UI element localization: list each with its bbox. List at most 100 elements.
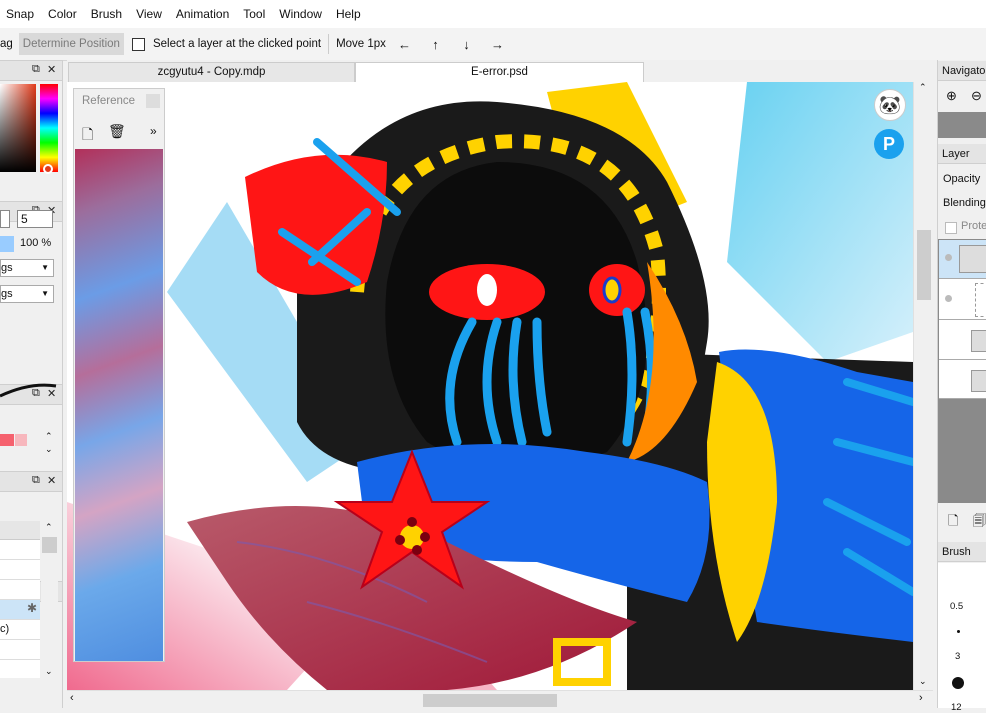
zoom-in-icon[interactable]: ⊕ bbox=[946, 88, 957, 104]
brush-size-label[interactable]: 3 bbox=[955, 651, 960, 662]
trash-icon[interactable]: 🗑 bbox=[108, 123, 126, 140]
brush-size-dot[interactable] bbox=[952, 677, 964, 689]
float-window-icon[interactable]: ⧉ bbox=[32, 63, 40, 76]
drag-mode-button[interactable]: ag bbox=[0, 33, 16, 55]
layer-list-scrollbar[interactable]: ⌃ ⌄ bbox=[41, 521, 58, 678]
list-row[interactable]: c) bbox=[0, 620, 40, 640]
palette-swatch[interactable] bbox=[0, 434, 14, 446]
dropdown-blend[interactable]: gs ▼ bbox=[0, 259, 54, 277]
menu-tool[interactable]: Tool bbox=[236, 0, 272, 28]
select-layer-checkbox[interactable] bbox=[131, 37, 145, 51]
reference-header: Reference bbox=[74, 89, 164, 115]
opacity-value: 100 % bbox=[20, 237, 52, 249]
chevron-down-icon[interactable]: ⌄ bbox=[919, 676, 927, 687]
list-row[interactable] bbox=[0, 521, 40, 540]
reference-toolbar: 🗋 🗑 » bbox=[74, 117, 164, 151]
scroll-thumb[interactable] bbox=[917, 230, 931, 300]
determine-position-button[interactable]: Determine Position bbox=[18, 33, 124, 55]
close-icon[interactable]: ✕ bbox=[47, 63, 56, 76]
chevron-up-icon[interactable]: ⌃ bbox=[919, 82, 927, 93]
chevron-right-icon[interactable]: › bbox=[919, 692, 923, 704]
list-row[interactable] bbox=[0, 640, 40, 660]
new-layer-folder-icon[interactable]: 🗐 bbox=[973, 512, 986, 534]
opacity-label: Opacity bbox=[943, 173, 981, 185]
reference-image[interactable] bbox=[75, 149, 163, 661]
menu-animation[interactable]: Animation bbox=[169, 0, 236, 28]
close-icon[interactable]: ✕ bbox=[47, 474, 56, 487]
layer-row[interactable] bbox=[939, 279, 986, 320]
hue-slider[interactable] bbox=[40, 84, 58, 172]
reference-title: Reference bbox=[82, 95, 136, 107]
protect-alpha-checkbox[interactable] bbox=[945, 222, 957, 234]
list-row[interactable] bbox=[0, 560, 40, 580]
chevron-down-icon: ▼ bbox=[41, 263, 49, 272]
move-left-button[interactable]: ← bbox=[389, 37, 420, 52]
artwork bbox=[67, 82, 913, 690]
visibility-icon[interactable] bbox=[945, 254, 952, 261]
layer-row[interactable] bbox=[939, 360, 986, 399]
list-row[interactable] bbox=[0, 660, 40, 678]
menu-brush[interactable]: Brush bbox=[84, 0, 129, 28]
canvas-horizontal-scrollbar[interactable]: ‹ › bbox=[67, 690, 933, 709]
list-row-selected[interactable]: ✱ bbox=[0, 600, 40, 620]
reference-window: Reference 🗋 🗑 » bbox=[73, 88, 165, 662]
brush-size-dot[interactable] bbox=[957, 630, 960, 633]
gear-icon[interactable]: ✱ bbox=[27, 601, 37, 615]
hue-handle[interactable] bbox=[43, 164, 53, 174]
menu-window[interactable]: Window bbox=[272, 0, 329, 28]
visibility-icon[interactable] bbox=[945, 295, 952, 302]
folder-icon bbox=[971, 330, 986, 352]
layer-header: Layer bbox=[938, 144, 986, 164]
brush-size-palette: 0.5 3 12 bbox=[938, 563, 986, 713]
drawing-canvas[interactable]: Reference 🗋 🗑 » 🐼 P bbox=[67, 82, 913, 690]
brush-size-label[interactable]: 0.5 bbox=[950, 601, 963, 612]
color-panel-header: ⧉ ✕ bbox=[0, 60, 62, 81]
chevron-left-icon[interactable]: ‹ bbox=[70, 692, 74, 704]
move-down-button[interactable]: ↓ bbox=[451, 37, 482, 52]
tool-options-bar: ag Determine Position Select a layer at … bbox=[0, 28, 986, 61]
menu-bar: Snap Color Brush View Animation Tool Win… bbox=[0, 0, 986, 28]
blending-label: Blending bbox=[943, 197, 986, 209]
layer-row[interactable] bbox=[939, 320, 986, 360]
scroll-thumb[interactable] bbox=[423, 694, 557, 707]
list-row[interactable] bbox=[0, 540, 40, 560]
navigator-preview[interactable] bbox=[938, 112, 986, 138]
list-row[interactable] bbox=[0, 580, 40, 600]
reference-close-icon[interactable] bbox=[146, 94, 160, 108]
chevron-down-icon: ▼ bbox=[41, 289, 49, 298]
move-up-button[interactable]: ↑ bbox=[420, 37, 451, 52]
move-step-label: Move 1px bbox=[336, 38, 386, 50]
chevron-up-icon[interactable]: ⌃ bbox=[45, 431, 53, 442]
float-window-icon[interactable]: ⧉ bbox=[32, 474, 40, 487]
palette-swatch[interactable] bbox=[15, 434, 27, 446]
layer-row[interactable] bbox=[939, 240, 986, 279]
canvas-vertical-scrollbar[interactable]: ⌃ ⌄ bbox=[913, 82, 934, 690]
new-file-icon[interactable]: 🗋 bbox=[82, 124, 93, 148]
opacity-slider-fill[interactable] bbox=[0, 236, 14, 252]
brush-size-header: Brush Size bbox=[938, 542, 986, 578]
dropdown-mode[interactable]: gs ▼ bbox=[0, 285, 54, 303]
menu-help[interactable]: Help bbox=[329, 0, 368, 28]
menu-snap[interactable]: Snap bbox=[0, 0, 41, 28]
color-saturation-field[interactable] bbox=[0, 84, 36, 172]
folder-icon bbox=[971, 370, 986, 392]
brush-size-slider-partial[interactable] bbox=[0, 210, 10, 228]
brush-size-input[interactable]: 5 bbox=[17, 210, 53, 228]
more-icon[interactable]: » bbox=[150, 124, 157, 138]
chevron-down-icon[interactable]: ⌄ bbox=[45, 444, 53, 455]
brush-stroke-preview bbox=[0, 383, 57, 398]
folder-icon bbox=[959, 245, 986, 273]
new-layer-icon[interactable]: 🗋 bbox=[948, 512, 958, 534]
mascot-icon[interactable]: 🐼 bbox=[874, 89, 906, 121]
move-right-button[interactable]: → bbox=[482, 37, 513, 52]
tab-e-error[interactable]: E-error.psd bbox=[355, 62, 644, 82]
tab-zcgyutu4-copy[interactable]: zcgyutu4 - Copy.mdp bbox=[68, 62, 355, 82]
layer-thumbnail bbox=[975, 283, 986, 317]
menu-view[interactable]: View bbox=[129, 0, 169, 28]
palette-header: ⧉ ✕ bbox=[0, 471, 62, 492]
menu-color[interactable]: Color bbox=[41, 0, 84, 28]
zoom-out-icon[interactable]: ⊖ bbox=[971, 88, 982, 104]
pixiv-icon[interactable]: P bbox=[874, 129, 904, 159]
toolbar-divider bbox=[328, 34, 330, 54]
right-panel-column: Navigator ⊕ ⊖ Layer Opacity Blending Pro… bbox=[937, 60, 986, 713]
